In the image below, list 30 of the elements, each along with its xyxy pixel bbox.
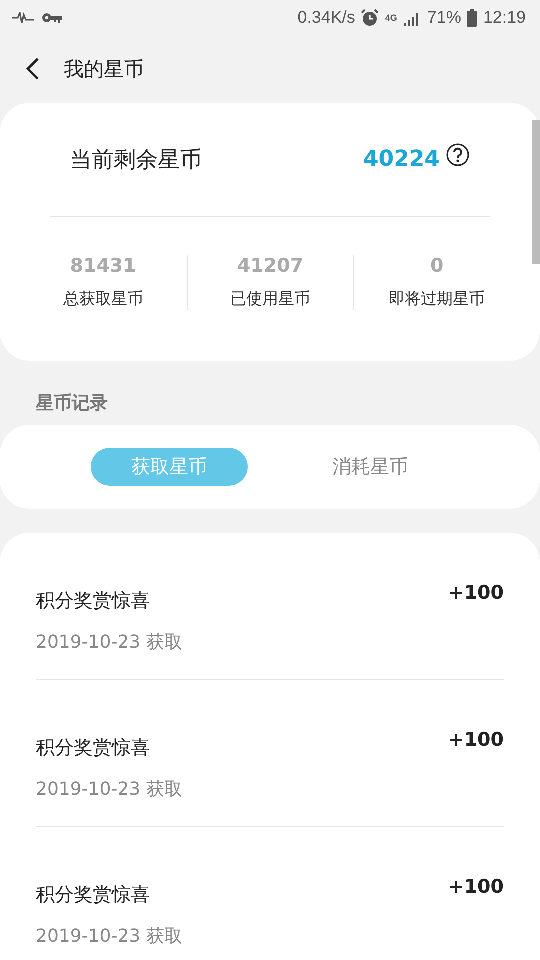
key-icon	[42, 12, 62, 24]
record-amount: +100	[448, 729, 504, 753]
record-title: 积分奖赏惊喜	[36, 589, 151, 614]
balance-label: 当前剩余星币	[70, 146, 202, 174]
stat-value: 0	[430, 255, 444, 277]
record-title: 积分奖赏惊喜	[36, 736, 151, 761]
stat-label: 总获取星币	[63, 289, 144, 310]
activity-icon	[12, 12, 34, 24]
battery-percent: 71%	[427, 8, 462, 28]
section-title: 星币记录	[34, 392, 109, 416]
battery-icon	[467, 9, 478, 27]
record-date: 2019-10-23 获取	[36, 631, 184, 654]
record-date: 2019-10-23 获取	[36, 925, 184, 948]
record-date: 2019-10-23 获取	[36, 778, 184, 801]
record-amount: +100	[448, 582, 504, 606]
balance-value: 40224	[363, 147, 440, 172]
stat-value: 41207	[237, 255, 304, 277]
record-amount: +100	[448, 876, 504, 900]
network-type: 4G	[385, 14, 398, 22]
page-title: 我的星币	[64, 56, 144, 82]
stat-value: 81431	[70, 255, 136, 277]
tab[interactable]: 获取星币	[91, 448, 248, 486]
tab[interactable]: 消耗星币	[292, 448, 449, 486]
stat-label: 已使用星币	[230, 289, 310, 310]
help-icon[interactable]	[446, 142, 470, 166]
clock-time: 12:19	[483, 8, 526, 28]
alarm-icon	[361, 9, 380, 27]
record-title: 积分奖赏惊喜	[36, 883, 151, 908]
stat-label: 即将过期星币	[389, 289, 486, 310]
network-speed: 0.34K/s	[298, 8, 356, 28]
